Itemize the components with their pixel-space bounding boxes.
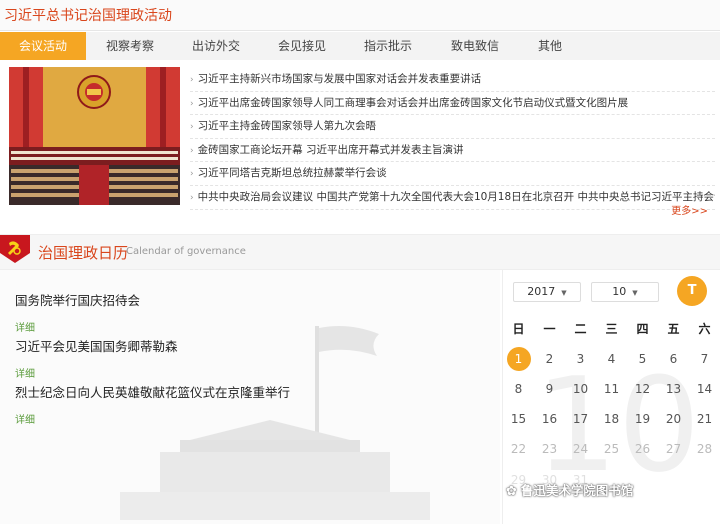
calendar-day[interactable]: 14 xyxy=(689,376,720,402)
news-item[interactable]: › 习近平主持新兴市场国家与发展中国家对话会并发表重要讲话 xyxy=(190,68,715,92)
calendar-day[interactable]: 5 xyxy=(627,346,658,372)
weekday-label: 日 xyxy=(512,322,525,336)
weekday-label: 四 xyxy=(636,322,649,336)
conference-hall-image xyxy=(9,67,180,205)
weekday-label: 三 xyxy=(605,322,618,336)
calendar-day[interactable]: 3 xyxy=(565,346,596,372)
calendar-day[interactable]: 8 xyxy=(503,376,534,402)
governance-title: 治国理政日历 xyxy=(38,244,129,262)
weekday-header: 日 一 二 三 四 五 六 xyxy=(503,320,720,340)
bullet-icon: › xyxy=(190,192,194,203)
governance-item: 烈士纪念日向人民英雄敬献花篮仪式在京隆重举行 详细 xyxy=(15,382,290,426)
month-select[interactable]: 10 ▼ xyxy=(591,282,659,302)
calendar-day[interactable]: 10 xyxy=(565,376,596,402)
calendar-day[interactable]: 6 xyxy=(658,346,689,372)
today-button[interactable]: T xyxy=(677,276,707,306)
calendar-day[interactable]: 24 xyxy=(565,436,596,462)
calendar-day[interactable]: 15 xyxy=(503,406,534,432)
news-item[interactable]: › 金砖国家工商论坛开幕 习近平出席开幕式并发表主旨演讲 xyxy=(190,139,715,163)
calendar-day[interactable]: 2 xyxy=(534,346,565,372)
detail-link[interactable]: 详细 xyxy=(15,411,290,426)
calendar-day[interactable]: 20 xyxy=(658,406,689,432)
bullet-icon: › xyxy=(190,98,194,109)
weekday-label: 二 xyxy=(574,322,587,336)
bullet-icon: › xyxy=(190,122,194,133)
weekday-label: 五 xyxy=(667,322,680,336)
section-title: 习近平总书记治国理政活动 xyxy=(4,8,172,24)
detail-link[interactable]: 详细 xyxy=(15,365,178,380)
tab-diplomacy[interactable]: 出访外交 xyxy=(173,32,259,60)
calendar-day[interactable]: 25 xyxy=(596,436,627,462)
governance-subtitle: Calendar of governance xyxy=(126,246,246,257)
year-select[interactable]: 2017 ▼ xyxy=(513,282,581,302)
calendar-day[interactable]: 9 xyxy=(534,376,565,402)
calendar-day[interactable]: 18 xyxy=(596,406,627,432)
more-link[interactable]: 更多>> xyxy=(671,202,708,217)
calendar-day[interactable]: 19 xyxy=(627,406,658,432)
calendar-day[interactable]: 23 xyxy=(534,436,565,462)
calendar-day[interactable]: 7 xyxy=(689,346,720,372)
calendar-day[interactable]: 11 xyxy=(596,376,627,402)
calendar-day[interactable]: 26 xyxy=(627,436,658,462)
news-item[interactable]: › 习近平主持金砖国家领导人第九次会晤 xyxy=(190,115,715,139)
calendar-day[interactable]: 27 xyxy=(658,436,689,462)
detail-link[interactable]: 详细 xyxy=(15,319,140,334)
weekday-label: 六 xyxy=(698,322,711,336)
news-item[interactable]: › 中共中央政治局会议建议 中国共产党第十九次全国代表大会10月18日在北京召开 … xyxy=(190,186,715,210)
wechat-icon: ✿ xyxy=(506,484,517,499)
calendar-day[interactable]: 13 xyxy=(658,376,689,402)
news-item[interactable]: › 习近平出席金砖国家领导人同工商理事会对话会并出席金砖国家文化节启动仪式暨文化图… xyxy=(190,92,715,116)
news-list: › 习近平主持新兴市场国家与发展中国家对话会并发表重要讲话 › 习近平出席金砖国家领… xyxy=(190,68,715,210)
tab-bar: 会议活动 视察考察 出访外交 会见接见 指示批示 致电致信 其他 xyxy=(0,32,720,60)
tab-inspections[interactable]: 视察考察 xyxy=(87,32,173,60)
calendar-day[interactable]: 12 xyxy=(627,376,658,402)
calendar-day[interactable]: 4 xyxy=(596,346,627,372)
governance-list: 国务院举行国庆招待会 详细 习近平会见美国国务卿蒂勒森 详细 烈士纪念日向人民英… xyxy=(0,270,500,524)
bullet-icon: › xyxy=(190,145,194,156)
governance-item: 国务院举行国庆招待会 详细 xyxy=(15,290,140,334)
conference-photo[interactable] xyxy=(9,67,180,205)
tab-letters[interactable]: 致电致信 xyxy=(432,32,518,60)
bullet-icon: › xyxy=(190,169,194,180)
weekday-label: 一 xyxy=(543,322,556,336)
tab-instructions[interactable]: 指示批示 xyxy=(345,32,431,60)
tab-meetings-receptions[interactable]: 会见接见 xyxy=(259,32,345,60)
governance-item-title[interactable]: 烈士纪念日向人民英雄敬献花篮仪式在京隆重举行 xyxy=(15,382,290,401)
calendar-day[interactable]: 16 xyxy=(534,406,565,432)
wechat-watermark: ✿ 鲁迅美术学院图书馆 xyxy=(506,483,634,499)
governance-item: 习近平会见美国国务卿蒂勒森 详细 xyxy=(15,336,178,380)
section-header: 习近平总书记治国理政活动 xyxy=(0,0,720,31)
tab-meetings[interactable]: 会议活动 xyxy=(0,32,86,60)
governance-banner: 治国理政日历 Calendar of governance xyxy=(0,234,720,270)
party-emblem-icon xyxy=(0,235,30,263)
news-item[interactable]: › 习近平同塔吉克斯坦总统拉赫蒙举行会谈 xyxy=(190,162,715,186)
dropdown-arrow-icon: ▼ xyxy=(632,289,638,297)
news-module: › 习近平主持新兴市场国家与发展中国家对话会并发表重要讲话 › 习近平出席金砖国家领… xyxy=(0,60,720,220)
calendar-day[interactable]: 22 xyxy=(503,436,534,462)
calendar-day[interactable]: 17 xyxy=(565,406,596,432)
tab-other[interactable]: 其他 xyxy=(507,32,593,60)
governance-item-title[interactable]: 国务院举行国庆招待会 xyxy=(15,290,140,309)
dropdown-arrow-icon: ▼ xyxy=(561,289,567,297)
bullet-icon: › xyxy=(190,75,194,85)
calendar-day[interactable]: 1 xyxy=(503,346,534,372)
governance-item-title[interactable]: 习近平会见美国国务卿蒂勒森 xyxy=(15,336,178,355)
calendar-day[interactable]: 21 xyxy=(689,406,720,432)
calendar-day[interactable]: 28 xyxy=(689,436,720,462)
